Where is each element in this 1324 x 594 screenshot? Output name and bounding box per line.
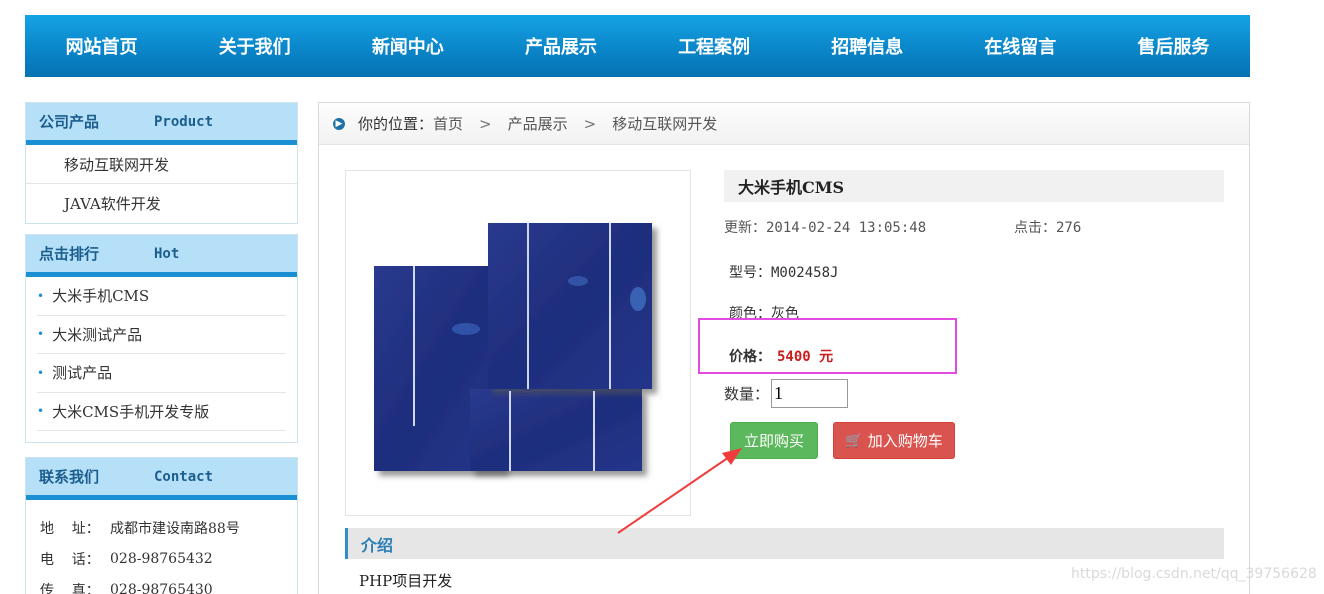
intro-header: 介绍 (345, 528, 1224, 559)
nav-item-cases[interactable]: 工程案例 (638, 15, 791, 77)
breadcrumb-current[interactable]: 移动互联网开发 (612, 113, 717, 134)
bullet-icon: • (37, 288, 45, 303)
hot-item-label: 大米CMS手机开发专版 (52, 402, 210, 421)
solar-panel-image (374, 223, 652, 471)
hot-item-label: 大米手机CMS (52, 287, 150, 306)
product-title: 大米手机CMS (724, 170, 1224, 202)
contact-header: 联系我们 Contact (26, 458, 297, 500)
main-nav: 网站首页 关于我们 新闻中心 产品展示 工程案例 招聘信息 在线留言 售后服务 (25, 15, 1250, 77)
hot-ranking-header: 点击排行 Hot (26, 235, 297, 277)
hot-item[interactable]: • 测试产品 (37, 354, 286, 393)
bullet-icon: • (37, 365, 45, 380)
nav-item-home[interactable]: 网站首页 (25, 15, 178, 77)
price-highlight-box (698, 318, 957, 374)
bullet-icon: • (37, 327, 45, 342)
hot-ranking-title: 点击排行 (39, 245, 100, 263)
model-value: M002458J (771, 265, 839, 281)
breadcrumb-separator: > (479, 114, 492, 133)
quantity-label: 数量： (724, 385, 770, 403)
category-link-java[interactable]: JAVA软件开发 (26, 184, 297, 223)
updated-value: 2014-02-24 13:05:48 (766, 220, 927, 236)
product-category-subtitle: Product (154, 113, 214, 130)
nav-item-jobs[interactable]: 招聘信息 (791, 15, 944, 77)
nav-item-message[interactable]: 在线留言 (944, 15, 1097, 77)
contact-fax: 传 真： 028-98765430 (40, 574, 297, 594)
updated-label: 更新： (724, 220, 766, 236)
contact-phone: 电 话： 028-98765432 (40, 543, 297, 574)
intro-text: PHP项目开发 (359, 572, 453, 590)
hot-item[interactable]: • 大米CMS手机开发专版 (37, 393, 286, 431)
add-to-cart-button[interactable]: 🛒 加入购物车 (833, 422, 955, 459)
contact-fax-label: 传 真： (40, 582, 100, 594)
location-icon: ▶ (333, 117, 345, 130)
contact-phone-label: 电 话： (40, 551, 100, 568)
product-image (345, 170, 691, 516)
product-category-title: 公司产品 (39, 113, 100, 131)
category-link-mobile[interactable]: 移动互联网开发 (26, 145, 297, 184)
contact-address: 地 址： 成都市建设南路88号 (40, 512, 297, 543)
model-row: 型号：M002458J (729, 262, 838, 282)
hot-ranking-box: 点击排行 Hot • 大米手机CMS • 大米测试产品 • 测试产品 • 大米CMS手机… (25, 234, 298, 443)
hot-item-label: 测试产品 (52, 364, 113, 383)
quantity-input[interactable] (771, 379, 849, 408)
nav-item-service[interactable]: 售后服务 (1097, 15, 1250, 77)
buy-now-label: 立即购买 (743, 432, 804, 450)
contact-phone-value: 028-98765432 (110, 550, 213, 567)
hot-item[interactable]: • 大米手机CMS (37, 277, 286, 316)
hits-value: 276 (1056, 220, 1082, 236)
cart-icon: 🛒 (845, 432, 863, 449)
buy-now-button[interactable]: 立即购买 (730, 422, 818, 459)
contact-title: 联系我们 (39, 468, 100, 486)
contact-fax-value: 028-98765430 (110, 581, 213, 594)
model-label: 型号： (729, 265, 771, 281)
breadcrumb-separator: > (583, 114, 597, 133)
breadcrumb-prefix: 你的位置： (358, 115, 434, 133)
contact-box: 联系我们 Contact 地 址： 成都市建设南路88号 电 话： 028-9876… (25, 457, 298, 594)
nav-item-about[interactable]: 关于我们 (178, 15, 331, 77)
breadcrumb-home[interactable]: 首页 (433, 113, 463, 134)
hot-item[interactable]: • 大米测试产品 (37, 316, 286, 354)
contact-address-value: 成都市建设南路88号 (110, 520, 240, 537)
add-to-cart-label: 加入购物车 (867, 432, 943, 450)
product-detail-panel: ▶ 你的位置： 首页 > 产品展示 > 移动互联网开发 大米手机CMS 更新：2… (318, 102, 1250, 594)
hot-item-label: 大米测试产品 (52, 325, 143, 344)
nav-item-news[interactable]: 新闻中心 (331, 15, 484, 77)
bullet-icon: • (37, 404, 45, 419)
quantity-row: 数量： (724, 379, 849, 408)
product-category-header: 公司产品 Product (26, 103, 297, 145)
contact-subtitle: Contact (154, 468, 214, 485)
nav-item-products[interactable]: 产品展示 (484, 15, 637, 77)
contact-address-label: 地 址： (40, 520, 100, 537)
product-meta: 更新：2014-02-24 13:05:48 点击：276 (724, 217, 1081, 237)
watermark-text: https://blog.csdn.net/qq_39756628 (1071, 566, 1317, 582)
product-category-box: 公司产品 Product 移动互联网开发 JAVA软件开发 (25, 102, 298, 224)
breadcrumb-products[interactable]: 产品展示 (508, 113, 568, 134)
hits-label: 点击： (1014, 220, 1056, 236)
breadcrumb: ▶ 你的位置： 首页 > 产品展示 > 移动互联网开发 (319, 103, 1249, 145)
hot-ranking-subtitle: Hot (154, 245, 180, 262)
